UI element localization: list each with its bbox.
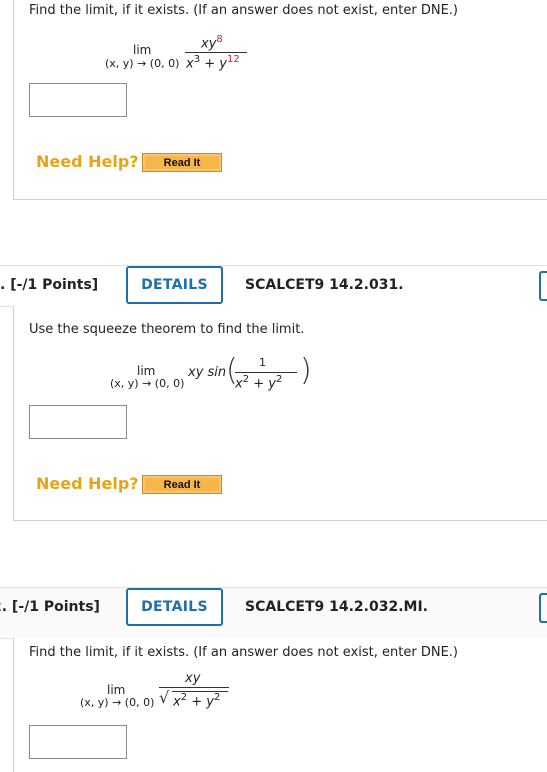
q2-expr: xy sin <box>188 365 226 380</box>
q1-answer-input[interactable] <box>29 83 127 117</box>
q3-right-edge-button[interactable] <box>539 593 547 623</box>
q2-problem-code: SCALCET9 14.2.031. <box>245 277 404 293</box>
q1-need-help-label: Need Help? <box>36 152 139 171</box>
q3-points-label: 2. [-/1 Points] <box>0 599 100 615</box>
q2-frac-den-x: x <box>235 376 243 392</box>
q2-answer-input[interactable] <box>29 405 127 439</box>
q2-details-button[interactable]: DETAILS <box>126 266 223 304</box>
q3-sqrt-y: y <box>206 694 214 710</box>
q2-read-it-button[interactable]: Read It <box>142 475 222 494</box>
q3-sqrt-x-exponent: 2 <box>180 692 188 703</box>
q2-frac-den-y: y <box>268 376 276 392</box>
q1-den-x: x <box>186 56 194 72</box>
q3-sqrt-content: x2 + y2 <box>173 692 220 709</box>
q1-instruction: Find the limit, if it exists. (If an ans… <box>29 3 458 18</box>
q1-lim-approach: (x, y) → (0, 0) <box>105 57 180 70</box>
q1-numerator-exponent: 8 <box>216 34 223 45</box>
q2-frac-den-x-exponent: 2 <box>242 374 250 385</box>
q2-expr-text: xy sin <box>188 365 227 380</box>
q2-frac-den-plus: + <box>253 376 265 392</box>
q2-frac-denominator: x2 + y2 <box>235 374 282 391</box>
q3-sqrt-plus: + <box>191 694 203 710</box>
q3-sqrt-symbol: √ <box>159 688 170 707</box>
q3-fraction-bar <box>159 687 229 688</box>
q1-den-plus: + <box>204 56 216 72</box>
q1-read-it-button[interactable]: Read It <box>142 153 222 172</box>
q2-points-label: . [-/1 Points] <box>0 277 99 293</box>
q1-den-y-exponent: 12 <box>226 54 240 65</box>
q3-answer-input[interactable] <box>29 725 127 759</box>
q3-lim-label: lim <box>107 683 126 697</box>
q3-sqrt-x: x <box>173 694 181 710</box>
q2-right-edge-button[interactable] <box>539 271 547 301</box>
q1-numerator-base: xy <box>201 36 217 52</box>
q3-numerator: xy <box>185 671 201 686</box>
q1-fraction-bar <box>185 52 247 53</box>
q1-lim-label: lim <box>133 43 152 57</box>
q2-frac-numerator: 1 <box>259 356 266 369</box>
q2-need-help-label: Need Help? <box>36 474 139 493</box>
q1-numerator: xy8 <box>201 34 223 51</box>
q2-limit-expression: lim (x, y) → (0, 0) xy sin ( 1 x2 + y2 ) <box>110 352 330 402</box>
q2-fraction-bar <box>235 372 297 373</box>
q3-sqrt-y-exponent: 2 <box>213 692 221 703</box>
q3-details-button[interactable]: DETAILS <box>126 588 223 626</box>
q2-lim-label: lim <box>137 364 156 378</box>
q1-limit-expression: lim (x, y) → (0, 0) xy8 x3 + y12 <box>100 30 270 80</box>
q3-limit-expression: lim (x, y) → (0, 0) xy √ x2 + y2 <box>80 670 250 720</box>
q1-den-y: y <box>219 56 227 72</box>
q1-denominator: x3 + y12 <box>186 54 240 71</box>
q2-lim-approach: (x, y) → (0, 0) <box>110 377 185 390</box>
q3-problem-code: SCALCET9 14.2.032.MI. <box>245 599 428 615</box>
q2-instruction: Use the squeeze theorem to find the limi… <box>29 322 305 337</box>
q2-frac-den-y-exponent: 2 <box>275 374 283 385</box>
q3-instruction: Find the limit, if it exists. (If an ans… <box>29 645 458 660</box>
q2-right-paren: ) <box>300 353 312 388</box>
q3-lim-approach: (x, y) → (0, 0) <box>80 696 155 709</box>
q1-den-x-exponent: 3 <box>193 54 201 65</box>
